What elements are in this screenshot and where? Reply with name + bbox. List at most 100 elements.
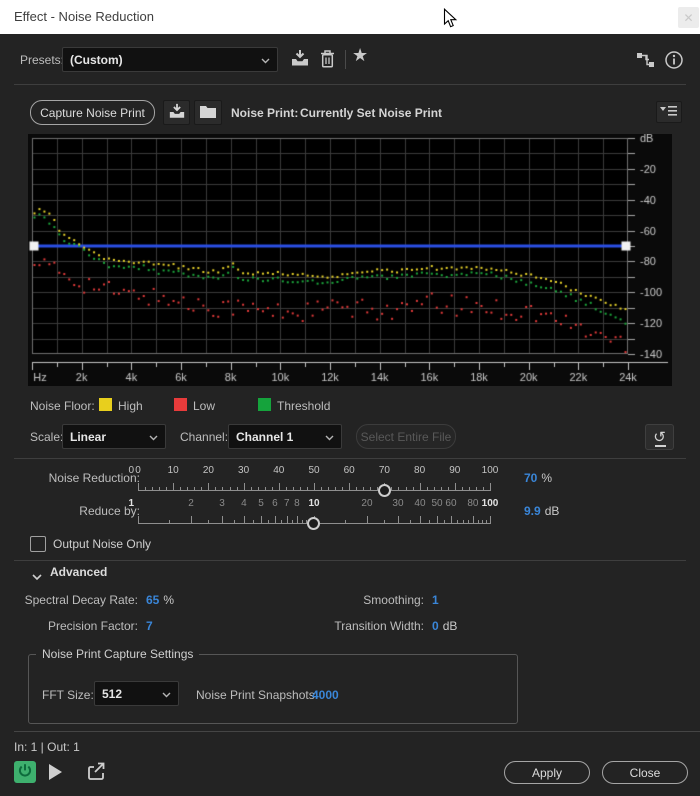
save-noise-print-button[interactable] <box>163 100 190 125</box>
effect-power-toggle[interactable] <box>14 761 36 783</box>
noise-reduction-slider: Noise Reduction: 0 70% 01020304050607080… <box>0 463 700 496</box>
channel-value: Channel 1 <box>236 430 293 444</box>
close-icon: ✕ <box>683 11 693 25</box>
presets-dropdown[interactable]: (Custom) <box>62 47 278 72</box>
window-title: Effect - Noise Reduction <box>14 9 154 24</box>
noise-reduction-value: 70% <box>524 471 552 485</box>
fft-size-value: 512 <box>102 687 122 701</box>
slider-tick-label: 10 <box>296 498 332 509</box>
fft-size-label: FFT Size: <box>42 688 94 702</box>
info-icon <box>664 59 684 73</box>
noise-print-snapshots-value[interactable]: 4000 <box>312 688 339 702</box>
noise-floor-graph-canvas[interactable] <box>28 134 672 386</box>
info-button[interactable] <box>664 50 684 73</box>
divider <box>14 84 686 85</box>
graph-options-button[interactable] <box>656 101 682 123</box>
effect-rack-button[interactable] <box>636 52 656 72</box>
precision-factor-value[interactable]: 7 <box>146 619 157 633</box>
mouse-cursor <box>443 8 458 32</box>
presets-value: (Custom) <box>70 53 123 67</box>
legend-low-label: Low <box>193 399 215 413</box>
slider-tick-label: 100 <box>472 465 508 476</box>
channel-label: Channel: <box>180 430 228 444</box>
slider-tick-label: 80 <box>402 465 438 476</box>
save-preset-button[interactable] <box>290 49 310 71</box>
power-icon <box>17 763 33 782</box>
slider-tick-label: 50 <box>296 465 332 476</box>
reset-button[interactable]: ↺ <box>645 424 674 450</box>
close-window-button[interactable]: ✕ <box>678 7 699 28</box>
slider-track[interactable] <box>138 478 491 491</box>
effect-rack-icon <box>636 58 656 72</box>
advanced-row-1: Spectral Decay Rate: 65% Smoothing: 1 <box>0 593 700 609</box>
transition-width-value[interactable]: 0dB <box>432 619 457 633</box>
star-icon: ★ <box>352 45 368 65</box>
legend-low-swatch <box>174 398 187 411</box>
advanced-toggle[interactable] <box>32 570 42 584</box>
titlebar[interactable]: Effect - Noise Reduction ✕ <box>0 0 700 34</box>
save-preset-icon <box>290 57 310 71</box>
loop-playback-button[interactable] <box>86 761 109 785</box>
loop-playback-icon <box>86 771 109 785</box>
slider-tick-label: 40 <box>261 465 297 476</box>
io-status: In: 1 | Out: 1 <box>14 740 80 754</box>
trash-icon <box>319 57 336 71</box>
play-icon <box>49 764 62 780</box>
slider-tick-label: 60 <box>331 465 367 476</box>
slider-track[interactable] <box>138 511 491 524</box>
noise-floor-graph[interactable] <box>28 134 672 386</box>
panel-menu-icon <box>660 104 678 121</box>
smoothing-value[interactable]: 1 <box>432 593 443 607</box>
precision-factor-label: Precision Factor: <box>0 619 138 633</box>
output-noise-only-checkbox[interactable] <box>30 536 46 552</box>
close-button[interactable]: Close <box>602 761 688 784</box>
slider-tick-label: 30 <box>226 465 262 476</box>
chevron-down-icon <box>261 53 270 67</box>
load-noise-print-button[interactable] <box>194 100 222 125</box>
slider-tick-label: 20 <box>190 465 226 476</box>
scale-dropdown[interactable]: Linear <box>62 424 166 449</box>
slider-tick-label: 100 <box>472 498 508 509</box>
legend-threshold-swatch <box>258 398 271 411</box>
select-entire-file-label: Select Entire File <box>361 430 452 444</box>
transition-width-label: Transition Width: <box>286 619 424 633</box>
fft-size-dropdown[interactable]: 512 <box>94 681 179 706</box>
legend-high-swatch <box>99 398 112 411</box>
advanced-title: Advanced <box>50 565 107 579</box>
save-noise-print-icon <box>168 103 186 123</box>
spectral-decay-rate-label: Spectral Decay Rate: <box>0 593 138 607</box>
select-entire-file-button[interactable]: Select Entire File <box>356 424 456 449</box>
slider-knob[interactable] <box>307 517 320 530</box>
scale-label: Scale: <box>30 430 63 444</box>
legend-high-label: High <box>118 399 143 413</box>
chevron-down-icon <box>32 570 42 584</box>
toolbar-separator <box>345 50 346 69</box>
capture-noise-print-button[interactable]: Capture Noise Print <box>30 100 155 125</box>
divider <box>14 560 686 561</box>
spectral-decay-rate-value[interactable]: 65% <box>146 593 174 607</box>
favorite-button[interactable]: ★ <box>352 45 368 66</box>
advanced-row-2: Precision Factor: 7 Transition Width: 0d… <box>0 619 700 635</box>
noise-reduction-dialog: Effect - Noise Reduction ✕ Presets: (Cus… <box>0 0 700 796</box>
scale-value: Linear <box>70 430 106 444</box>
divider <box>14 458 686 459</box>
preview-play-button[interactable] <box>49 764 62 780</box>
slider-tick-label: 0 <box>120 465 156 476</box>
output-noise-only-label: Output Noise Only <box>53 537 151 551</box>
reset-icon: ↺ <box>653 431 666 444</box>
chevron-down-icon <box>149 430 158 444</box>
slider-tick-label: 70 <box>366 465 402 476</box>
legend-threshold-label: Threshold <box>277 399 330 413</box>
delete-preset-button[interactable] <box>319 49 336 71</box>
apply-button[interactable]: Apply <box>504 761 590 784</box>
slider-tick-label: 90 <box>437 465 473 476</box>
capture-noise-print-label: Capture Noise Print <box>40 106 145 120</box>
reduce-by-min-label: 1 <box>104 498 134 509</box>
noise-print-value: Currently Set Noise Print <box>300 106 442 120</box>
apply-label: Apply <box>532 766 562 780</box>
chevron-down-icon <box>325 430 334 444</box>
channel-dropdown[interactable]: Channel 1 <box>228 424 342 449</box>
reduce-by-slider: Reduce by: 1 9.9dB 234567810203040506080… <box>0 496 700 529</box>
slider-tick-label: 10 <box>155 465 191 476</box>
noise-print-snapshots-label: Noise Print Snapshots: <box>196 688 318 702</box>
